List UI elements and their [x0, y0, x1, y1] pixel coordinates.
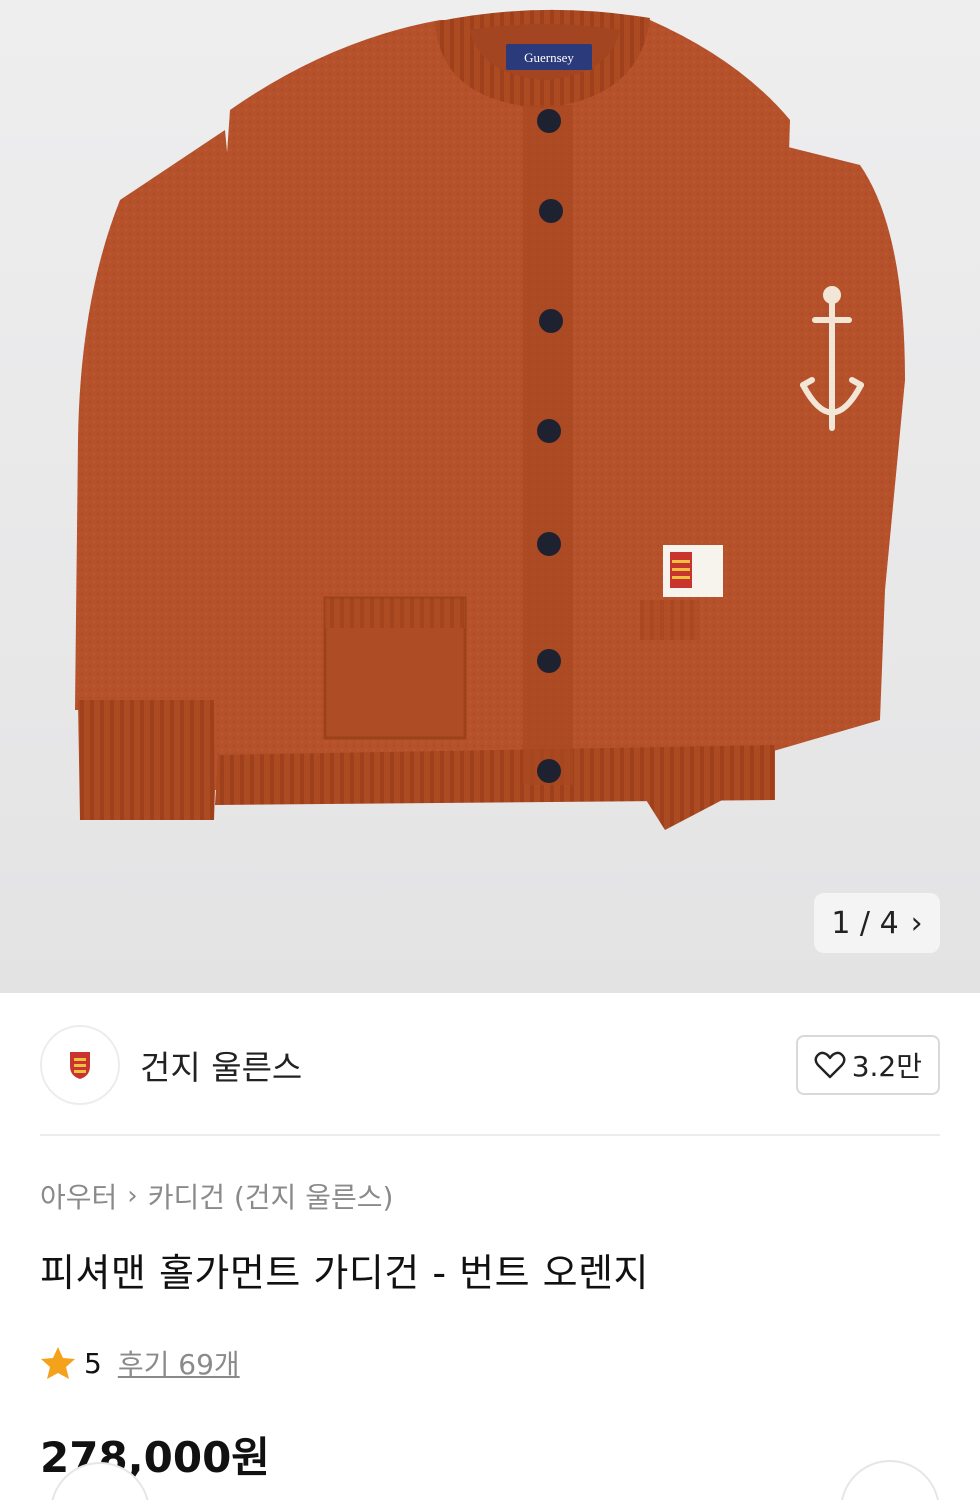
shield-crest-icon [70, 1052, 90, 1079]
product-rating: 5 후기 69개 [40, 1343, 240, 1383]
neck-label-text: Guernsey [524, 50, 574, 65]
product-page: Guernsey 1 / 4 › 건지 울른스 3.2만 아우터 › 카디건 (… [0, 0, 980, 1500]
like-button[interactable]: 3.2만 [795, 1035, 940, 1095]
chevron-right-icon: › [127, 1181, 138, 1211]
chevron-right-icon[interactable]: › [911, 906, 923, 941]
product-title: 피셔맨 홀가먼트 가디건 - 번트 오렌지 [40, 1251, 650, 1295]
product-image-gallery[interactable]: Guernsey 1 / 4 › [0, 0, 980, 993]
image-counter[interactable]: 1 / 4 › [814, 893, 940, 953]
divider [40, 1134, 940, 1136]
breadcrumb: 아우터 › 카디건 (건지 울른스) [40, 1176, 393, 1216]
brand-row: 건지 울른스 3.2만 [40, 1025, 940, 1105]
sweater-body [210, 20, 790, 790]
sweater-left-cuff [78, 700, 218, 820]
image-counter-text: 1 / 4 [831, 905, 899, 941]
rating-score: 5 [84, 1346, 102, 1380]
reviews-link[interactable]: 후기 69개 [118, 1343, 240, 1383]
floating-right-button[interactable] [840, 1460, 940, 1500]
star-icon [41, 1347, 75, 1379]
brand-name[interactable]: 건지 울른스 [140, 1041, 302, 1089]
like-count: 3.2만 [851, 1050, 922, 1083]
sweater-hem [215, 745, 775, 805]
breadcrumb-item-outer[interactable]: 아우터 [40, 1176, 117, 1216]
breadcrumb-item-cardigan[interactable]: 카디건 (건지 울른스) [148, 1176, 394, 1216]
heart-outline-icon [814, 1051, 846, 1079]
product-image: Guernsey [75, 9, 905, 830]
brand-logo[interactable] [40, 1025, 120, 1105]
